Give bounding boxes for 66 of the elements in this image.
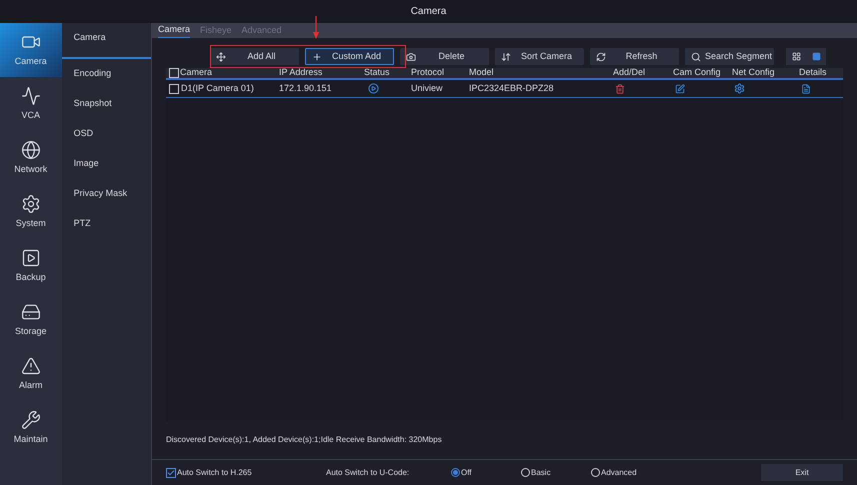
column-header: Net Config: [732, 66, 775, 80]
play-icon[interactable]: [368, 83, 379, 94]
window-title: Camera: [410, 5, 446, 19]
nav-item[interactable]: System: [0, 185, 62, 239]
column-header: Details: [799, 66, 827, 80]
column-header: IP Address: [279, 66, 322, 80]
column-header: Camera: [180, 66, 212, 80]
radio-option[interactable]: Off: [451, 466, 521, 478]
toolbar-button[interactable]: Sort Camera: [495, 48, 584, 65]
square-icon: [812, 52, 820, 61]
nav-item[interactable]: VCA: [0, 77, 62, 131]
submenu-item[interactable]: Privacy Mask: [62, 185, 151, 215]
column-header: Cam Config: [673, 66, 721, 80]
nav-item[interactable]: Camera: [0, 23, 62, 77]
plus-icon: [312, 52, 322, 62]
column-header: Model: [469, 66, 494, 80]
radio-option[interactable]: Basic: [521, 466, 591, 478]
search-icon: [691, 52, 701, 62]
checkbox[interactable]: [169, 68, 179, 78]
status-text: Discovered Device(s):1, Added Device(s):1;Idle Receive Bandwidth: 320Mbps: [166, 434, 442, 446]
radio-option[interactable]: Advanced: [591, 466, 661, 478]
tab[interactable]: Camera: [158, 22, 190, 38]
column-header: Protocol: [411, 66, 444, 80]
toolbar-button[interactable]: Refresh: [590, 48, 679, 65]
annotation-arrow: [313, 16, 319, 40]
move-icon: [216, 52, 226, 62]
submenu-item[interactable]: Camera: [62, 29, 151, 59]
checkbox[interactable]: [169, 84, 179, 94]
settings-icon: [20, 194, 41, 214]
settings-icon[interactable]: [734, 83, 745, 94]
refresh-icon: [596, 52, 606, 62]
sort-icon: [501, 52, 511, 62]
submenu-item[interactable]: Snapshot: [62, 95, 151, 125]
play-square-icon: [20, 248, 41, 268]
nav-item[interactable]: Backup: [0, 239, 62, 293]
submenu-item[interactable]: OSD: [62, 125, 151, 155]
ucode-label: Auto Switch to U-Code:: [326, 466, 410, 478]
grid-icon: [792, 52, 800, 61]
h265-checkbox[interactable]: Auto Switch to H.265: [166, 466, 326, 478]
nav-item[interactable]: Maintain: [0, 401, 62, 455]
toolbar-button[interactable]: Add All: [210, 48, 299, 65]
wrench-icon: [20, 410, 41, 430]
table-cell-text: D1(IP Camera 01): [181, 82, 254, 95]
nav-item[interactable]: Storage: [0, 293, 62, 347]
toolbar-button[interactable]: Custom Add: [305, 48, 394, 65]
delete-icon[interactable]: [615, 84, 625, 94]
camera-icon: [406, 52, 416, 62]
table-cell: IPC2324EBR-DPZ28: [469, 82, 554, 93]
exit-button[interactable]: Exit: [761, 464, 843, 481]
column-header: Add/Del: [613, 66, 646, 80]
table-cell: Uniview: [411, 82, 443, 93]
edit-icon[interactable]: [675, 84, 685, 94]
globe-icon: [20, 140, 41, 160]
checkbox[interactable]: [166, 468, 176, 478]
column-header: Status: [364, 66, 390, 80]
nav-item[interactable]: Alarm: [0, 347, 62, 401]
pulse-icon: [20, 86, 41, 106]
toolbar-button[interactable]: Search Segment: [685, 48, 774, 65]
submenu-item[interactable]: Encoding: [62, 65, 151, 95]
warning-icon: [20, 356, 41, 376]
toolbar-button[interactable]: Delete: [400, 48, 489, 65]
details-icon[interactable]: [801, 84, 811, 94]
table-cell: 172.1.90.151: [279, 82, 332, 93]
submenu-item[interactable]: Image: [62, 155, 151, 185]
nav-item[interactable]: Network: [0, 131, 62, 185]
submenu-item[interactable]: PTZ: [62, 215, 151, 245]
